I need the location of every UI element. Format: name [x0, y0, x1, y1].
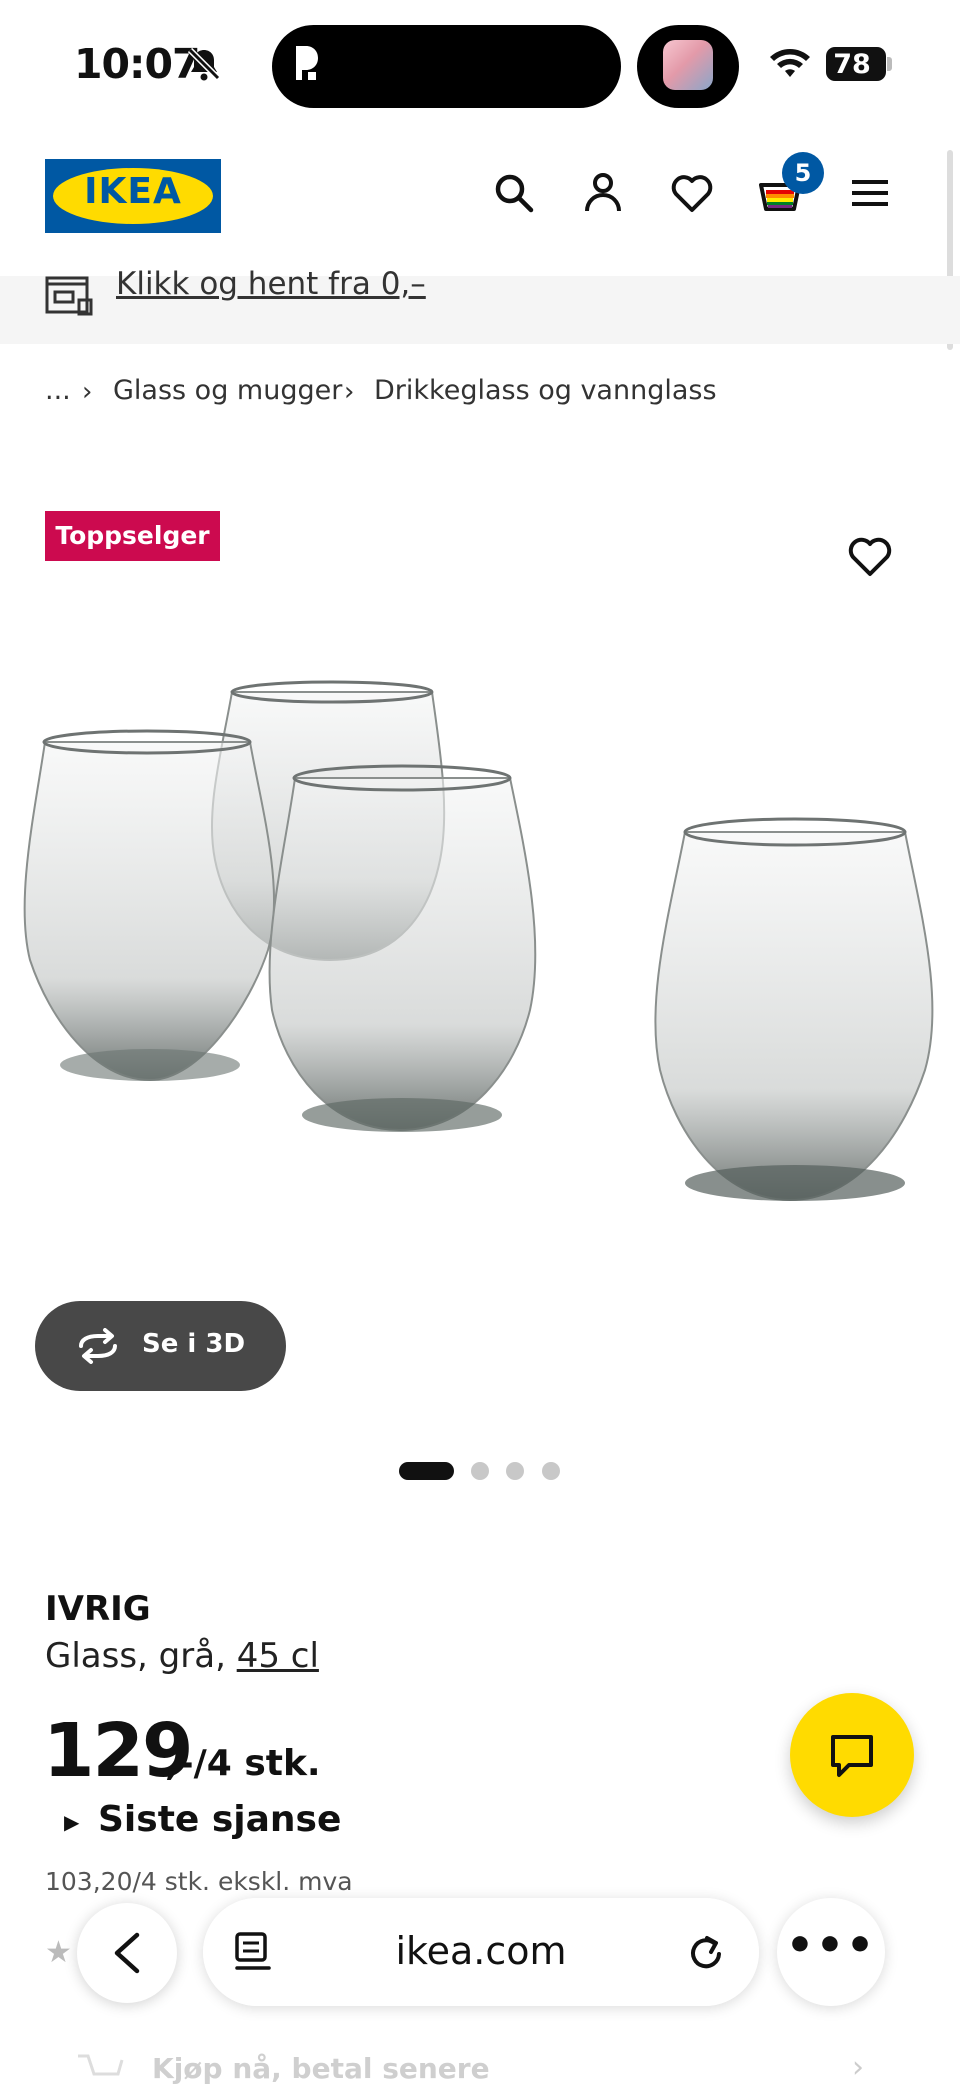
battery-level: 78 [833, 49, 871, 80]
status-time: 10:07 [74, 40, 201, 88]
logo-text: IKEA [84, 171, 182, 212]
carousel-dot[interactable] [542, 1462, 560, 1480]
carousel-dot[interactable] [471, 1462, 489, 1480]
rotate-3d-icon [79, 1328, 117, 1364]
account-icon[interactable] [581, 171, 625, 215]
heart-icon[interactable] [670, 171, 714, 215]
store-icon [45, 276, 93, 316]
view-3d-button[interactable]: Se i 3D [35, 1301, 286, 1391]
ikea-logo[interactable]: IKEA [45, 159, 221, 233]
battery-cap [887, 57, 892, 71]
breadcrumb-separator: › [82, 377, 93, 407]
more-icon: ••• [785, 1920, 877, 1971]
glass-left [23, 729, 276, 1082]
cart-count-badge: 5 [782, 152, 824, 194]
activity-avatar [663, 40, 713, 90]
carousel-dot-active[interactable] [399, 1462, 454, 1480]
product-image[interactable] [0, 660, 960, 1240]
last-chance-label: Siste sjanse [98, 1799, 342, 1840]
glass-right [654, 817, 934, 1202]
search-icon[interactable] [492, 171, 536, 215]
back-chevron-icon [114, 1932, 140, 1974]
bestseller-badge: Toppselger [45, 511, 220, 561]
browser-url[interactable]: ikea.com [203, 1929, 759, 1973]
menu-icon[interactable] [848, 171, 892, 215]
chat-button[interactable] [790, 1693, 914, 1817]
caret-right-icon: ▶ [64, 1810, 80, 1834]
battery-icon: 78 [826, 47, 886, 81]
product-description: Glass, grå, 45 cl [45, 1636, 319, 1676]
wifi-icon [770, 49, 810, 77]
product-description-text: Glass, grå, [45, 1636, 237, 1676]
reload-icon[interactable] [687, 1930, 727, 1974]
chevron-right-icon: › [852, 2050, 864, 2085]
browser-more-button[interactable]: ••• [777, 1898, 885, 2006]
breadcrumb-item-drikkeglass[interactable]: Drikkeglass og vannglass [374, 375, 717, 406]
breadcrumb-item-more[interactable]: ... [45, 375, 71, 406]
price-ex-vat: 103,20/4 stk. ekskl. mva [45, 1867, 353, 1896]
view-3d-label: Se i 3D [142, 1329, 246, 1359]
size-link[interactable]: 45 cl [237, 1636, 319, 1676]
rating-row-faded: ★ [45, 1935, 72, 1970]
bnpl-icon [78, 2054, 124, 2076]
breadcrumb-item-glass-og-mugger[interactable]: Glass og mugger [113, 375, 342, 406]
bell-muted-icon [187, 47, 221, 81]
browser-address-bar[interactable]: ikea.com [203, 1898, 759, 2006]
bnpl-link[interactable]: Kjøp nå, betal senere [152, 2052, 490, 2085]
carousel-dot[interactable] [506, 1462, 524, 1480]
browser-back-button[interactable] [77, 1903, 177, 2003]
chat-icon [831, 1735, 873, 1777]
glass-middle [268, 764, 537, 1132]
price-suffix: ,-/4 stk. [165, 1743, 321, 1784]
wishlist-heart-icon[interactable] [846, 532, 894, 578]
product-name: IVRIG [45, 1589, 151, 1629]
breadcrumb-separator: › [344, 377, 355, 407]
app-activity-icon [296, 46, 318, 80]
click-collect-link[interactable]: Klikk og hent fra 0,– [116, 266, 426, 302]
